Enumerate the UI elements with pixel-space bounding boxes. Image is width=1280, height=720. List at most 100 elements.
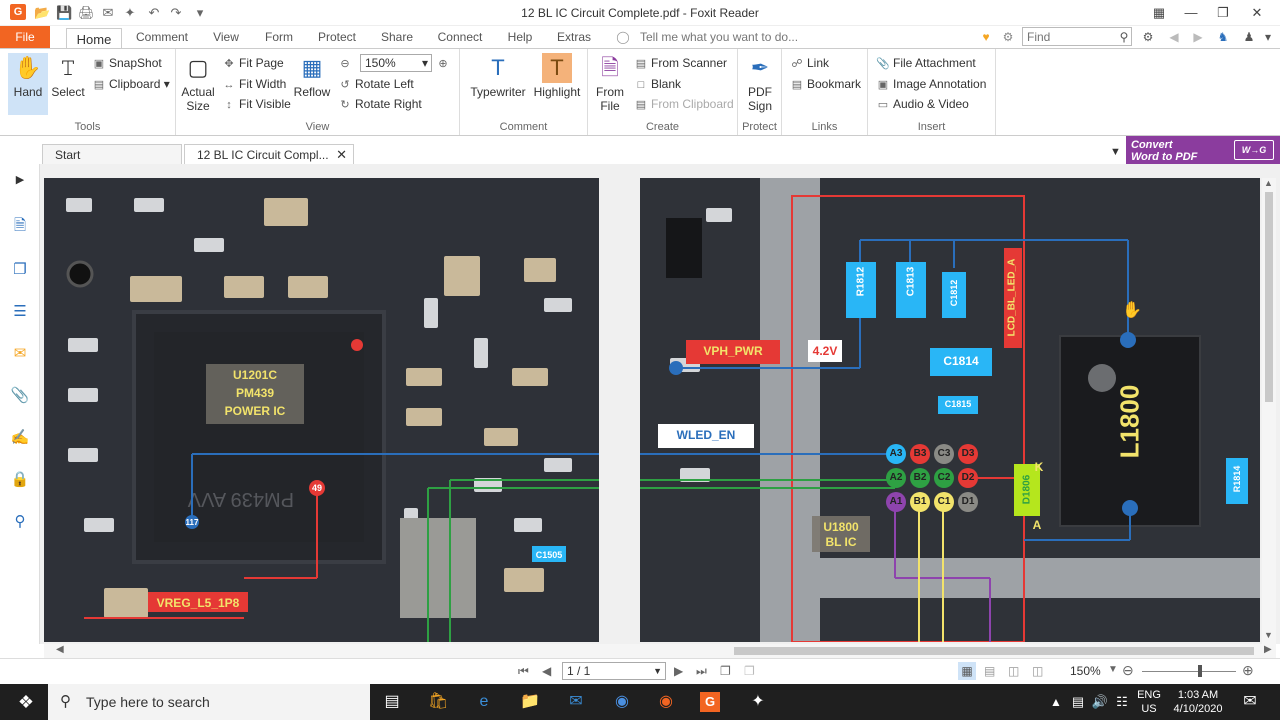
tab-help[interactable]: Help [500, 26, 540, 48]
zoom-out-status-icon[interactable]: ⊖ [1122, 662, 1134, 679]
content-search-icon[interactable]: ⚲ [10, 512, 30, 532]
horizontal-scroll-thumb[interactable] [734, 647, 1254, 655]
pages-icon[interactable]: 🗎 [10, 216, 30, 236]
security-lock-icon[interactable]: 🔒 [10, 470, 30, 490]
edge-icon[interactable]: e [474, 692, 494, 712]
taskbar-search-box[interactable]: ⚲ Type here to search [48, 684, 370, 720]
from-file-button[interactable]: 🗎 From File [592, 53, 628, 113]
attachments-icon[interactable]: 📎 [10, 386, 30, 406]
heart-icon[interactable]: ♥ [976, 26, 996, 48]
select-button[interactable]: 𝚃 Select [50, 53, 86, 99]
snapshot-button[interactable]: ▣ SnapShot [92, 54, 162, 72]
chrome-icon[interactable]: ◉ [612, 692, 632, 712]
restore-ribbon-icon[interactable]: ▦ [1144, 2, 1174, 24]
foxit-taskbar-icon[interactable]: G [700, 692, 720, 712]
notification-bell-icon[interactable]: ♞ [1214, 26, 1232, 48]
show-hidden-icons[interactable]: ▲ [1046, 692, 1066, 712]
tab-form[interactable]: Form [258, 26, 300, 48]
rotate-left-button[interactable]: ↺ Rotate Left [338, 75, 413, 93]
first-page-icon[interactable]: ⏮ [518, 664, 529, 679]
tab-share[interactable]: Share [374, 26, 420, 48]
image-annotation-button[interactable]: ▣ Image Annotation [876, 75, 987, 93]
horizontal-scrollbar[interactable]: ◀ ▶ [44, 644, 1276, 658]
next-page-icon[interactable]: ▶ [674, 664, 683, 678]
tab-protect[interactable]: Protect [310, 26, 364, 48]
thumbnails-icon[interactable]: ❐ [10, 260, 30, 280]
tab-list-chevron-icon[interactable]: ▼ [1110, 146, 1121, 158]
convert-word-to-pdf-ad[interactable]: Convert Word to PDF W→G [1126, 136, 1280, 164]
prev-result-icon[interactable]: ◀ [1166, 26, 1182, 48]
zoom-out-icon[interactable]: ⊖ [338, 54, 355, 72]
zoom-dropdown-icon[interactable]: ▼ [1108, 664, 1118, 675]
task-view-icon[interactable]: ▤ [382, 692, 402, 712]
bookmark-button[interactable]: ▤ Bookmark [790, 75, 861, 93]
from-clipboard-button[interactable]: ▤ From Clipboard [634, 95, 734, 113]
vertical-scrollbar[interactable]: ▲ ▼ [1262, 178, 1276, 644]
action-center-icon[interactable]: ✉ [1240, 692, 1260, 712]
comments-icon[interactable]: ✉ [10, 344, 30, 364]
actual-size-button[interactable]: ▢ Actual Size [180, 53, 216, 113]
continuous-facing-icon[interactable]: ◫ [1032, 664, 1043, 678]
last-page-icon[interactable]: ⏭ [696, 664, 707, 679]
zoom-slider-thumb[interactable] [1198, 665, 1202, 677]
network-icon[interactable]: ▤ [1068, 692, 1088, 712]
scroll-right-icon[interactable]: ▶ [1264, 644, 1272, 655]
rotate-right-button[interactable]: ↻ Rotate Right [338, 95, 421, 113]
close-tab-icon[interactable]: ✕ [336, 145, 347, 165]
store-icon[interactable]: 🛍 [428, 692, 448, 712]
hand-button[interactable]: ✋ Hand [8, 53, 48, 115]
tab-home[interactable]: Home [66, 28, 122, 50]
single-page-view-icon[interactable]: ▦ [958, 662, 976, 680]
from-scanner-button[interactable]: ▤ From Scanner [634, 54, 727, 72]
tab-file[interactable]: File [0, 26, 50, 48]
windows-start-icon[interactable]: ❖ [16, 692, 36, 712]
link-button[interactable]: ☍ Link [790, 54, 829, 72]
language-indicator[interactable]: ENG US [1136, 688, 1162, 716]
settings-icon[interactable]: ⚙ [1136, 26, 1160, 48]
typewriter-button[interactable]: T Typewriter [468, 53, 528, 99]
blank-button[interactable]: □ Blank [634, 75, 681, 93]
zoom-level[interactable]: 150% [1070, 664, 1101, 678]
zoom-in-status-icon[interactable]: ⊕ [1242, 662, 1254, 679]
continuous-view-icon[interactable]: ▤ [984, 664, 995, 678]
file-explorer-icon[interactable]: 📁 [520, 692, 540, 712]
highlight-button[interactable]: T Highlight [532, 53, 582, 99]
search-icon[interactable]: ⚲ [1116, 26, 1132, 48]
clock[interactable]: 1:03 AM 4/10/2020 [1168, 688, 1228, 716]
tab-comment[interactable]: Comment [132, 26, 192, 48]
zoom-in-icon[interactable]: ⊕ [436, 54, 453, 72]
audio-video-button[interactable]: ▭ Audio & Video [876, 95, 969, 113]
scroll-left-icon[interactable]: ◀ [56, 644, 64, 655]
export-page-icon[interactable]: ❐ [720, 664, 731, 678]
scroll-up-icon[interactable]: ▲ [1264, 178, 1273, 188]
skin-icon[interactable]: ⚙ [998, 26, 1018, 48]
snipping-tool-icon[interactable]: ✦ [748, 692, 768, 712]
view-page-icon[interactable]: ❐ [744, 664, 755, 678]
close-button[interactable]: ✕ [1242, 2, 1272, 24]
mail-icon[interactable]: ✉ [566, 692, 586, 712]
file-attachment-button[interactable]: 📎 File Attachment [876, 54, 976, 72]
user-icon[interactable]: ♟ [1240, 26, 1258, 48]
fit-visible-button[interactable]: ↕ Fit Visible [222, 95, 291, 113]
fit-width-button[interactable]: ↔ Fit Width [222, 75, 287, 93]
next-result-icon[interactable]: ▶ [1190, 26, 1206, 48]
tab-connect[interactable]: Connect [430, 26, 490, 48]
tab-view[interactable]: View [204, 26, 248, 48]
tab-extras[interactable]: Extras [550, 26, 598, 48]
firefox-icon[interactable]: ◉ [656, 692, 676, 712]
document-viewer[interactable]: ▶ 🗎 ❐ ☰ ✉ 📎 ✍ 🔒 ⚲ PM439 AVV 117 49 U1201… [0, 164, 1280, 644]
zoom-slider[interactable] [1142, 671, 1236, 672]
page-input[interactable]: 1 / 1 ▼ [562, 662, 666, 680]
volume-icon[interactable]: 🔊 [1090, 692, 1110, 712]
maximize-button[interactable]: ❐ [1208, 2, 1238, 24]
scroll-down-icon[interactable]: ▼ [1264, 630, 1273, 640]
layers-icon[interactable]: ☰ [10, 302, 30, 322]
facing-view-icon[interactable]: ◫ [1008, 664, 1019, 678]
tab-document[interactable]: 12 BL IC Circuit Compl... ✕ [184, 144, 354, 164]
clipboard-button[interactable]: ▤ Clipboard ▾ [92, 75, 170, 93]
minimize-button[interactable]: — [1176, 2, 1206, 24]
tell-me-box[interactable]: Tell me what you want to do... [640, 26, 820, 48]
ribbon-options-icon[interactable]: ▾ [1260, 26, 1276, 48]
signature-panel-icon[interactable]: ✍ [10, 428, 30, 448]
wifi-icon[interactable]: ☷ [1112, 692, 1132, 712]
